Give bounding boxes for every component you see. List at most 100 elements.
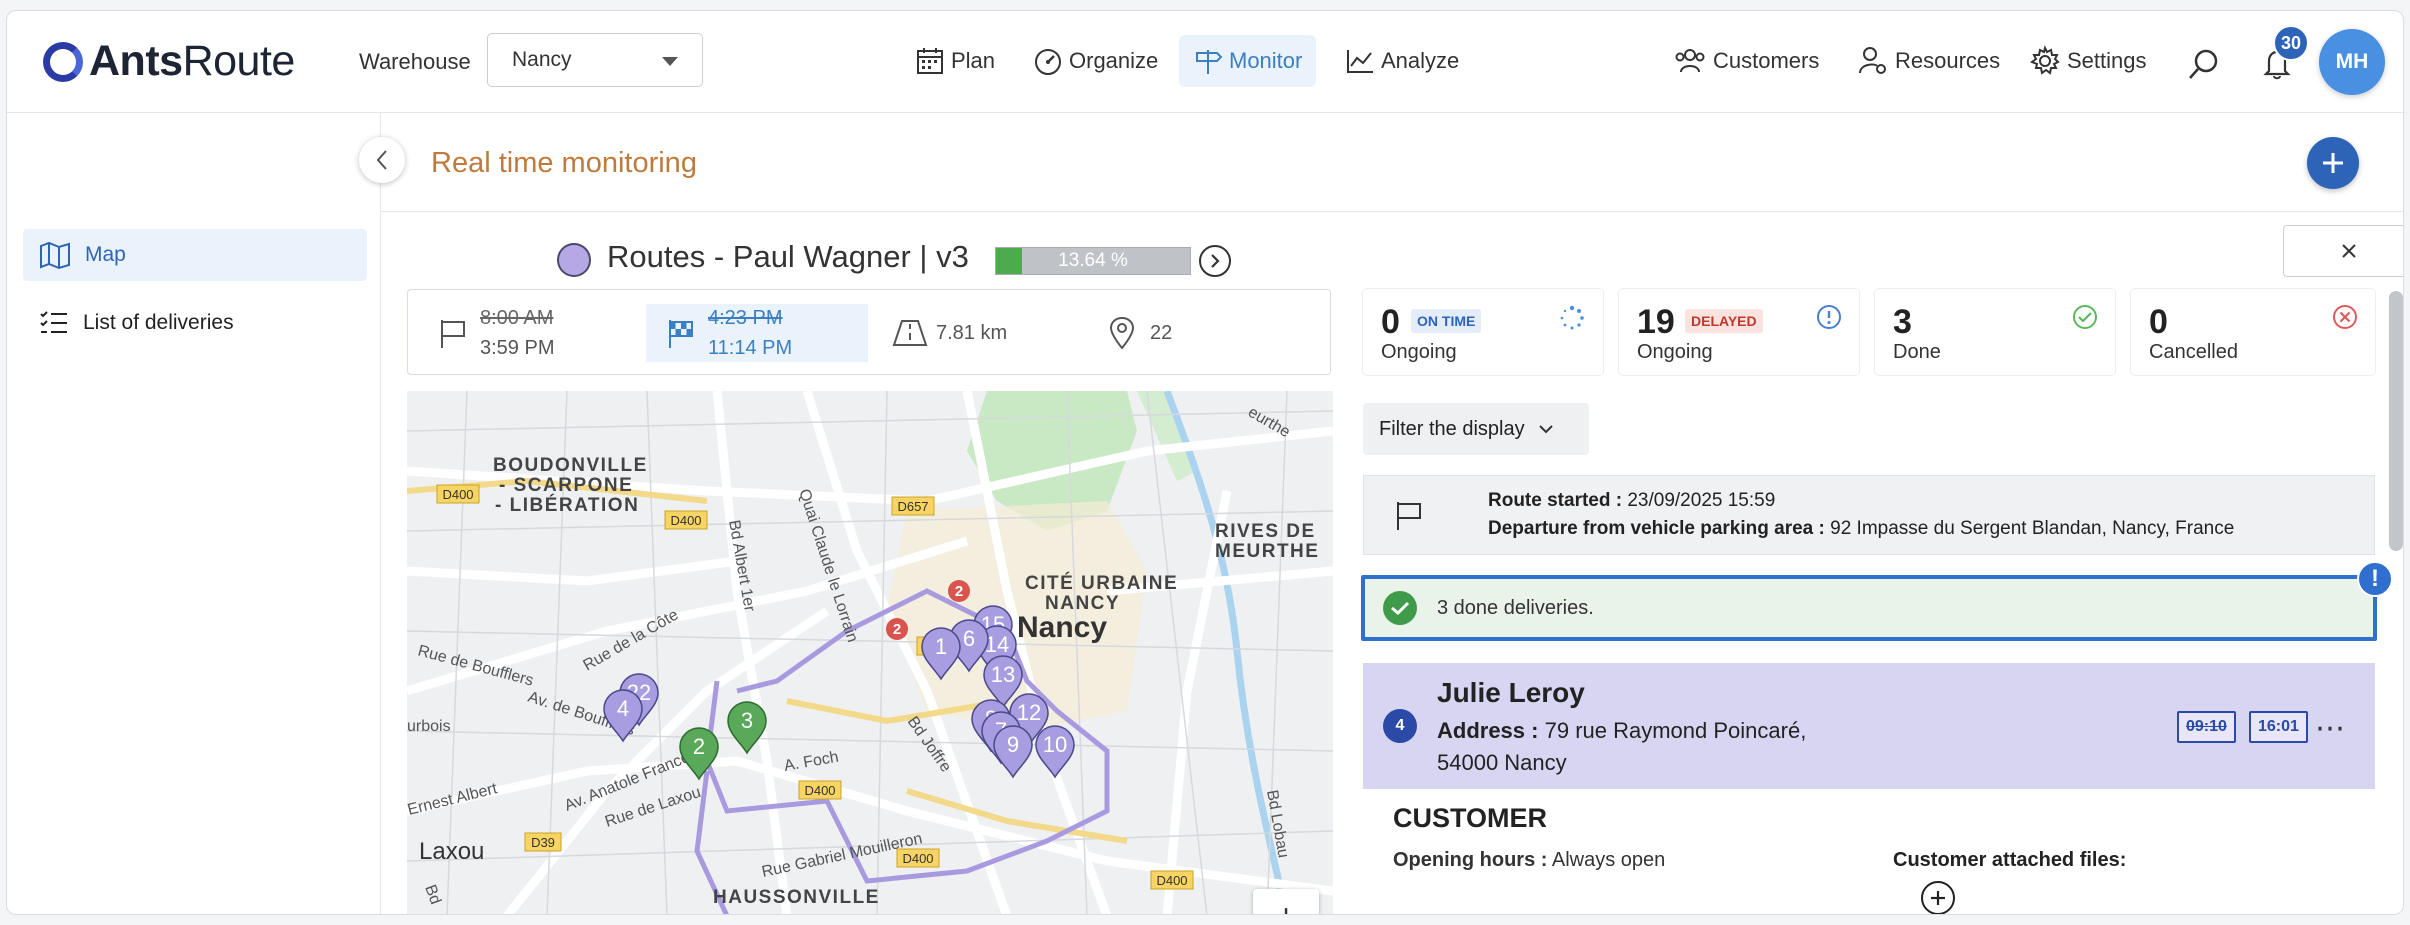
nav-analyze[interactable]: Analyze (1331, 35, 1473, 87)
status-card-ongoing-delayed[interactable]: 19 DELAYED Ongoing (1619, 289, 1859, 375)
map-marker[interactable]: 10 (1035, 725, 1075, 779)
route-progress-text: 13.64 % (1058, 250, 1128, 271)
planned-delivery-time: 09:10 (2177, 711, 2236, 743)
chevron-left-icon (376, 150, 387, 170)
delivery-customer-name: Julie Leroy (1437, 677, 1585, 708)
collapse-sidebar-button[interactable] (359, 137, 405, 183)
add-file-button[interactable] (1921, 881, 1955, 914)
nav-monitor[interactable]: Monitor (1179, 35, 1317, 87)
svg-text:BOUDONVILLE: BOUDONVILLE (493, 455, 648, 476)
route-title: Routes - Paul Wagner | v3 (607, 239, 969, 274)
status-label: Ongoing (1637, 341, 1713, 363)
route-stats-strip: 8:00 AM 3:59 PM 4:23 PM 11:14 PM 7.81 km… (407, 289, 1331, 375)
svg-text:- LIBÉRATION: - LIBÉRATION (495, 494, 639, 516)
status-card-done[interactable]: 3 Done (1875, 289, 2115, 375)
left-sidebar: Map List of deliveries (7, 113, 381, 914)
check-icon (1383, 591, 1417, 625)
nav-analyze-label: Analyze (1381, 48, 1460, 73)
notifications-badge: 30 (2273, 25, 2309, 61)
status-count: 0 (1381, 303, 1400, 341)
route-start-time: 8:00 AM 3:59 PM (436, 304, 554, 362)
info-icon (1817, 305, 1841, 329)
chart-icon (1347, 50, 1373, 73)
planned-end-time: 4:23 PM (708, 307, 783, 329)
filter-display-button[interactable]: Filter the display (1363, 403, 1589, 455)
status-card-cancelled[interactable]: 0 Cancelled (2131, 289, 2375, 375)
nav-resources[interactable]: Resources (1857, 35, 2000, 87)
map-marker[interactable]: 4 (603, 689, 643, 743)
add-button[interactable] (2307, 137, 2359, 189)
nav-settings-label: Settings (2067, 48, 2147, 73)
signpost-icon (1196, 50, 1223, 74)
status-count: 0 (2149, 303, 2168, 341)
user-gear-icon (1859, 47, 1886, 74)
done-deliveries-banner[interactable]: 3 done deliveries. (1361, 575, 2377, 641)
warehouse-selected-value: Nancy (512, 48, 572, 71)
map-canvas: D400 D400 D657 D400 D400 D39 D400 D400 B… (407, 391, 1333, 914)
svg-text:CITÉ URBAINE: CITÉ URBAINE (1025, 572, 1178, 594)
calendar-icon (917, 48, 943, 74)
filter-display-label: Filter the display (1379, 417, 1525, 440)
more-options-icon[interactable]: ⋯ (2315, 711, 2346, 746)
location-pin-icon (1109, 316, 1135, 350)
list-icon (40, 311, 67, 333)
plus-icon (1931, 891, 1945, 905)
app-window: AntsRoute Warehouse Nancy Plan Organize … (6, 10, 2404, 915)
nav-organize[interactable]: Organize (1019, 35, 1172, 87)
close-route-button[interactable] (2283, 225, 2403, 277)
svg-text:D400: D400 (902, 851, 933, 866)
zoom-in-button[interactable]: + (1253, 889, 1319, 914)
nav-plan[interactable]: Plan (901, 35, 1009, 87)
warehouse-select[interactable]: Nancy (487, 33, 703, 87)
svg-text:HAUSSONVILLE: HAUSSONVILLE (713, 887, 880, 908)
route-map[interactable]: D400 D400 D657 D400 D400 D39 D400 D400 B… (407, 391, 1333, 914)
route-stop-count: 22 (1108, 304, 1172, 362)
departure-line: Departure from vehicle parking area : 92… (1488, 518, 2235, 539)
search-button[interactable] (2187, 47, 2221, 86)
nav-customers[interactable]: Customers (1673, 35, 1819, 87)
svg-text:D400: D400 (442, 487, 473, 502)
page-title: Real time monitoring (431, 147, 697, 179)
nav-customers-label: Customers (1713, 48, 1820, 73)
gear-icon (2029, 45, 2060, 75)
map-marker-number: 12 (1017, 700, 1041, 725)
status-card-ongoing-on-time[interactable]: 0 ON TIME Ongoing (1363, 289, 1603, 375)
sidebar-item-list-of-deliveries[interactable]: List of deliveries (23, 297, 367, 349)
cancel-circle-icon (2333, 305, 2357, 329)
map-marker-number: 4 (617, 696, 629, 721)
exclamation-icon[interactable]: ! (2357, 561, 2393, 597)
antsroute-logo[interactable]: AntsRoute (43, 37, 295, 86)
top-navigation-bar: AntsRoute Warehouse Nancy Plan Organize … (7, 11, 2403, 113)
map-marker-number: 13 (991, 662, 1015, 687)
next-route-button[interactable] (1199, 245, 1231, 277)
cluster-badge-count: 2 (955, 583, 963, 600)
delivery-card[interactable]: 4 Julie Leroy Address : 79 rue Raymond P… (1363, 663, 2375, 789)
check-circle-icon (2073, 305, 2097, 329)
svg-text:urbois: urbois (407, 718, 451, 735)
delayed-tag: DELAYED (1685, 309, 1763, 333)
map-icon (40, 241, 70, 270)
route-started-panel: Route started : 23/09/2025 15:59 Departu… (1363, 475, 2375, 555)
actual-delivery-time: 16:01 (2249, 711, 2308, 743)
warehouse-label: Warehouse (359, 49, 471, 74)
map-marker-number: 3 (741, 708, 753, 733)
caret-down-icon (662, 57, 678, 66)
nav-settings[interactable]: Settings (2029, 35, 2147, 87)
done-deliveries-text: 3 done deliveries. (1437, 596, 1594, 619)
users-icon (1675, 49, 1705, 73)
user-avatar[interactable]: MH (2319, 29, 2385, 95)
map-marker[interactable]: 9 (993, 725, 1033, 779)
on-time-tag: ON TIME (1411, 309, 1482, 333)
map-city-label: Nancy (1017, 611, 1107, 644)
map-marker-number: 1 (935, 634, 947, 659)
map-marker-number: 10 (1043, 732, 1067, 757)
panel-scrollbar[interactable] (2389, 291, 2403, 551)
svg-text:RIVES DE: RIVES DE (1215, 521, 1316, 542)
svg-text:D400: D400 (1156, 873, 1187, 888)
checkered-flag-icon (669, 320, 693, 348)
loading-spinner-icon (1560, 305, 1584, 330)
sidebar-item-label: Map (85, 243, 126, 266)
title-divider (381, 211, 2403, 212)
sidebar-item-map[interactable]: Map (23, 229, 367, 281)
svg-text:D39: D39 (531, 835, 555, 850)
